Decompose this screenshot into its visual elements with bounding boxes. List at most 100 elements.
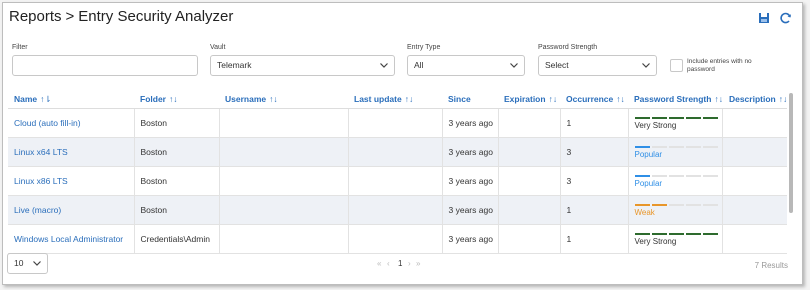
cell-expiration: [498, 166, 561, 196]
cell-strength: Very Strong: [628, 108, 724, 138]
cell-occurrence: 1: [560, 195, 629, 225]
cell-name[interactable]: Cloud (auto fill-in): [8, 108, 135, 138]
table-row[interactable]: Linux x86 LTS Boston 3 years ago 3 Popul…: [8, 166, 788, 196]
first-page-button[interactable]: «: [377, 259, 381, 268]
col-expiration[interactable]: Expiration ↑↓: [498, 90, 560, 109]
breadcrumb-reports[interactable]: Reports: [9, 8, 62, 25]
col-last-update-label: Last update: [354, 94, 402, 104]
last-page-button[interactable]: »: [416, 259, 420, 268]
page-size-select[interactable]: 10: [7, 253, 48, 274]
refresh-icon[interactable]: [779, 11, 793, 25]
prev-page-button[interactable]: ‹: [387, 259, 390, 268]
chevron-down-icon: [510, 63, 518, 68]
col-occurrence[interactable]: Occurrence ↑↓: [560, 90, 628, 109]
table-row[interactable]: Windows Local Administrator Credentials\…: [8, 224, 788, 254]
entries-table: Name ↑⇂ Folder ↑↓ Username ↑↓ Last update ↑↓…: [8, 90, 788, 254]
password-strength-value: Select: [545, 60, 569, 70]
vertical-scrollbar[interactable]: [789, 93, 793, 213]
filter-label: Filter: [12, 44, 28, 51]
col-expiration-label: Expiration: [504, 94, 546, 104]
cell-strength: Very Strong: [628, 224, 724, 254]
col-folder[interactable]: Folder ↑↓: [134, 90, 219, 109]
cell-occurrence: 1: [560, 224, 629, 254]
page-title: Reports > Entry Security Analyzer: [9, 8, 233, 25]
col-since-label: Since: [448, 94, 471, 104]
report-window: Reports > Entry Security Analyzer Filter V…: [2, 2, 803, 285]
cell-name[interactable]: Live (macro): [8, 195, 135, 225]
cell-description: [722, 166, 788, 196]
cell-description: [722, 108, 788, 138]
cell-expiration: [498, 137, 561, 167]
cell-description: [722, 195, 788, 225]
cell-name[interactable]: Linux x86 LTS: [8, 166, 135, 196]
cell-expiration: [498, 108, 561, 138]
include-no-password-checkbox[interactable]: [670, 59, 683, 72]
cell-folder: Boston: [134, 108, 220, 138]
save-icon[interactable]: [757, 11, 771, 25]
cell-expiration: [498, 195, 561, 225]
cell-folder: Boston: [134, 195, 220, 225]
strength-text: Popular: [634, 178, 663, 188]
table-body: Cloud (auto fill-in) Boston 3 years ago …: [8, 108, 788, 254]
sort-asc-icon: ↑⇂: [40, 93, 52, 104]
sort-icon: ↑↓: [269, 94, 278, 104]
cell-username: [219, 195, 349, 225]
password-strength-select[interactable]: Select: [538, 55, 657, 76]
table-row[interactable]: Live (macro) Boston 3 years ago 1 Weak: [8, 195, 788, 225]
include-no-password-line1: Include entries with no: [687, 58, 752, 65]
include-no-password-label: Include entries with no password: [687, 58, 752, 74]
cell-last-update: [348, 224, 443, 254]
chevron-down-icon: [33, 261, 41, 266]
strength-text: Very Strong: [634, 236, 677, 246]
cell-last-update: [348, 166, 443, 196]
col-description[interactable]: Description ↑↓: [722, 90, 788, 109]
strength-text: Popular: [634, 149, 663, 159]
cell-strength: Weak: [628, 195, 724, 225]
sort-icon: ↑↓: [548, 94, 558, 104]
table-row[interactable]: Linux x64 LTS Boston 3 years ago 3 Popul…: [8, 137, 788, 167]
filter-input[interactable]: [12, 55, 198, 76]
table-header-row: Name ↑⇂ Folder ↑↓ Username ↑↓ Last update ↑↓…: [8, 90, 788, 109]
strength-meter: [634, 174, 722, 177]
cell-last-update: [348, 137, 443, 167]
col-last-update[interactable]: Last update ↑↓: [348, 90, 442, 109]
cell-description: [722, 137, 788, 167]
cell-occurrence: 3: [560, 166, 629, 196]
col-username-label: Username: [225, 94, 267, 104]
next-page-button[interactable]: ›: [408, 259, 411, 268]
sort-icon: ↑↓: [778, 94, 788, 104]
sort-icon: ↑↓: [404, 94, 414, 104]
vault-label: Vault: [210, 44, 226, 51]
cell-last-update: [348, 108, 443, 138]
cell-expiration: [498, 224, 561, 254]
cell-since: 3 years ago: [442, 195, 499, 225]
cell-description: [722, 224, 788, 254]
col-name-label: Name: [14, 93, 38, 104]
cell-username: [219, 166, 349, 196]
col-username[interactable]: Username ↑↓: [219, 90, 348, 109]
strength-text: Very Strong: [634, 120, 677, 130]
col-since[interactable]: Since: [442, 90, 498, 109]
cell-username: [219, 224, 349, 254]
entry-type-select[interactable]: All: [407, 55, 525, 76]
chevron-down-icon: [642, 63, 650, 68]
col-name[interactable]: Name ↑⇂: [8, 90, 134, 109]
col-password-strength[interactable]: Password Strength ↑↓: [628, 90, 723, 109]
chevron-down-icon: [380, 63, 388, 68]
cell-occurrence: 1: [560, 108, 629, 138]
current-page[interactable]: 1: [398, 259, 402, 268]
sort-icon: ↑↓: [616, 94, 625, 104]
results-count: 7 Results: [754, 261, 788, 270]
entry-type-label: Entry Type: [407, 44, 441, 51]
col-description-label: Description: [728, 94, 776, 104]
cell-folder: Boston: [134, 137, 220, 167]
strength-text: Weak: [634, 207, 655, 217]
strength-meter: [634, 116, 722, 119]
cell-name[interactable]: Linux x64 LTS: [8, 137, 135, 167]
breadcrumb-separator: >: [65, 8, 75, 25]
vault-value: Telemark: [217, 60, 252, 70]
table-row[interactable]: Cloud (auto fill-in) Boston 3 years ago …: [8, 108, 788, 138]
cell-name[interactable]: Windows Local Administrator: [8, 224, 135, 254]
vault-select[interactable]: Telemark: [210, 55, 395, 76]
include-no-password-line2: password: [687, 66, 715, 73]
